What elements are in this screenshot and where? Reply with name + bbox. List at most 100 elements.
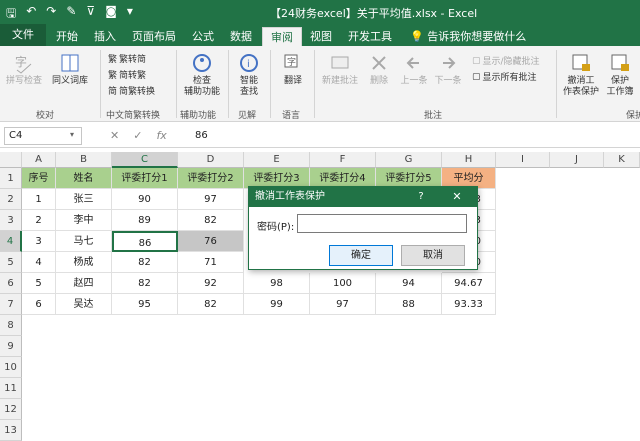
spell-check-button[interactable]: 字 拼写检查 bbox=[4, 52, 44, 87]
tab-home[interactable]: 开始 bbox=[48, 27, 86, 46]
help-icon[interactable]: ? bbox=[413, 187, 429, 207]
delete-comment-button[interactable]: 删除 bbox=[364, 52, 394, 87]
table-cell[interactable]: 82 bbox=[112, 273, 178, 294]
close-icon[interactable]: ✕ bbox=[447, 187, 467, 207]
undo-icon[interactable]: ↶ bbox=[26, 4, 36, 25]
new-comment-button[interactable]: 新建批注 bbox=[318, 52, 362, 87]
table-cell[interactable]: 赵四 bbox=[56, 273, 112, 294]
table-cell[interactable]: 张三 bbox=[56, 189, 112, 210]
row-header[interactable]: 5 bbox=[0, 252, 22, 273]
column-header[interactable]: G bbox=[376, 152, 442, 168]
show-hide-comment-button[interactable]: ▢ 显示/隐藏批注 bbox=[472, 54, 540, 68]
simp-to-trad-button[interactable]: 繁简转繁 bbox=[108, 68, 146, 81]
chevron-down-icon[interactable]: ▾ bbox=[70, 130, 74, 139]
tell-me-search[interactable]: 💡 告诉我你想要做什么 bbox=[402, 27, 534, 46]
trad-to-simp-button[interactable]: 繁繁转简 bbox=[108, 52, 146, 65]
cancel-button[interactable]: 取消 bbox=[401, 245, 465, 266]
cancel-icon[interactable]: ✕ bbox=[110, 129, 119, 142]
filter-icon[interactable]: ⊽ bbox=[86, 4, 95, 25]
check-icon[interactable]: ✓ bbox=[133, 129, 142, 142]
column-header[interactable]: I bbox=[496, 152, 550, 168]
row-header[interactable]: 7 bbox=[0, 294, 22, 315]
translate-button[interactable]: 字 翻译 bbox=[276, 52, 310, 87]
save-icon[interactable]: 🖫 bbox=[6, 4, 16, 25]
table-cell[interactable]: 94 bbox=[376, 273, 442, 294]
table-cell[interactable]: 2 bbox=[22, 210, 56, 231]
table-cell[interactable]: 97 bbox=[178, 189, 244, 210]
column-header[interactable]: A bbox=[22, 152, 56, 168]
table-cell[interactable]: 吴达 bbox=[56, 294, 112, 315]
column-header[interactable]: C bbox=[112, 152, 178, 168]
password-input[interactable] bbox=[297, 214, 467, 233]
column-header[interactable]: B bbox=[56, 152, 112, 168]
row-header[interactable]: 4 bbox=[0, 231, 22, 252]
unprotect-sheet-button[interactable]: 撤消工 作表保护 bbox=[560, 52, 602, 98]
tab-file[interactable]: 文件 bbox=[0, 24, 46, 46]
table-cell[interactable]: 90 bbox=[112, 189, 178, 210]
protect-workbook-button[interactable]: 保护 工作簿 bbox=[602, 52, 638, 98]
row-header[interactable]: 12 bbox=[0, 399, 22, 420]
brush-icon[interactable]: ✎ bbox=[66, 4, 76, 25]
row-header[interactable]: 13 bbox=[0, 420, 22, 441]
tab-insert[interactable]: 插入 bbox=[86, 27, 124, 46]
row-header[interactable]: 6 bbox=[0, 273, 22, 294]
select-all-corner[interactable] bbox=[0, 152, 22, 168]
dialog-title[interactable]: 撤消工作表保护 bbox=[249, 187, 477, 207]
show-all-comments-button[interactable]: ▢ 显示所有批注 bbox=[472, 70, 537, 84]
row-header[interactable]: 8 bbox=[0, 315, 22, 336]
row-header[interactable]: 9 bbox=[0, 336, 22, 357]
row-header[interactable]: 10 bbox=[0, 357, 22, 378]
formula-input[interactable]: 86 bbox=[195, 130, 208, 141]
row-header[interactable]: 1 bbox=[0, 168, 22, 189]
next-comment-button[interactable]: 下一条 bbox=[432, 52, 464, 87]
table-header-cell[interactable]: 序号 bbox=[22, 168, 56, 189]
table-cell[interactable]: 88 bbox=[376, 294, 442, 315]
table-cell[interactable]: 4 bbox=[22, 252, 56, 273]
check-accessibility-button[interactable]: 检查 辅助功能 bbox=[180, 52, 224, 98]
tab-formulas[interactable]: 公式 bbox=[184, 27, 222, 46]
tab-view[interactable]: 视图 bbox=[302, 27, 340, 46]
table-cell[interactable]: 95 bbox=[112, 294, 178, 315]
table-cell[interactable]: 82 bbox=[178, 294, 244, 315]
table-cell[interactable]: 98 bbox=[244, 273, 310, 294]
more-icon[interactable]: ▾ bbox=[127, 4, 133, 25]
table-cell[interactable]: 94.67 bbox=[442, 273, 496, 294]
column-header[interactable]: H bbox=[442, 152, 496, 168]
column-header[interactable]: J bbox=[550, 152, 604, 168]
column-header[interactable]: K bbox=[604, 152, 640, 168]
table-cell[interactable]: 89 bbox=[112, 210, 178, 231]
row-header[interactable]: 11 bbox=[0, 378, 22, 399]
table-cell[interactable]: 马七 bbox=[56, 231, 112, 252]
table-cell[interactable]: 李中 bbox=[56, 210, 112, 231]
tab-data[interactable]: 数据 bbox=[222, 27, 260, 46]
table-cell[interactable]: 杨成 bbox=[56, 252, 112, 273]
column-header[interactable]: E bbox=[244, 152, 310, 168]
tab-page-layout[interactable]: 页面布局 bbox=[124, 27, 184, 46]
table-cell[interactable]: 3 bbox=[22, 231, 56, 252]
thesaurus-button[interactable]: 同义词库 bbox=[48, 52, 92, 87]
table-header-cell[interactable]: 姓名 bbox=[56, 168, 112, 189]
table-cell[interactable]: 71 bbox=[178, 252, 244, 273]
tab-developer[interactable]: 开发工具 bbox=[340, 27, 400, 46]
table-header-cell[interactable]: 评委打分1 bbox=[112, 168, 178, 189]
table-cell[interactable]: 76 bbox=[178, 231, 244, 252]
row-header[interactable]: 3 bbox=[0, 210, 22, 231]
chinese-convert-button[interactable]: 简简繁转换 bbox=[108, 84, 155, 97]
fx-icon[interactable]: fx bbox=[156, 129, 166, 142]
redo-icon[interactable]: ↷ bbox=[46, 4, 56, 25]
table-cell[interactable]: 97 bbox=[310, 294, 376, 315]
smart-lookup-button[interactable]: i 智能 查找 bbox=[232, 52, 266, 98]
table-cell[interactable]: 82 bbox=[112, 252, 178, 273]
column-header[interactable]: D bbox=[178, 152, 244, 168]
table-cell[interactable]: 100 bbox=[310, 273, 376, 294]
table-cell[interactable]: 6 bbox=[22, 294, 56, 315]
camera-icon[interactable]: ◙ bbox=[105, 4, 117, 25]
table-cell[interactable]: 82 bbox=[178, 210, 244, 231]
tab-review[interactable]: 审阅 bbox=[262, 27, 302, 46]
table-cell[interactable]: 93.33 bbox=[442, 294, 496, 315]
table-cell[interactable]: 1 bbox=[22, 189, 56, 210]
table-cell[interactable]: 92 bbox=[178, 273, 244, 294]
previous-comment-button[interactable]: 上一条 bbox=[398, 52, 430, 87]
row-header[interactable]: 2 bbox=[0, 189, 22, 210]
table-header-cell[interactable]: 评委打分2 bbox=[178, 168, 244, 189]
